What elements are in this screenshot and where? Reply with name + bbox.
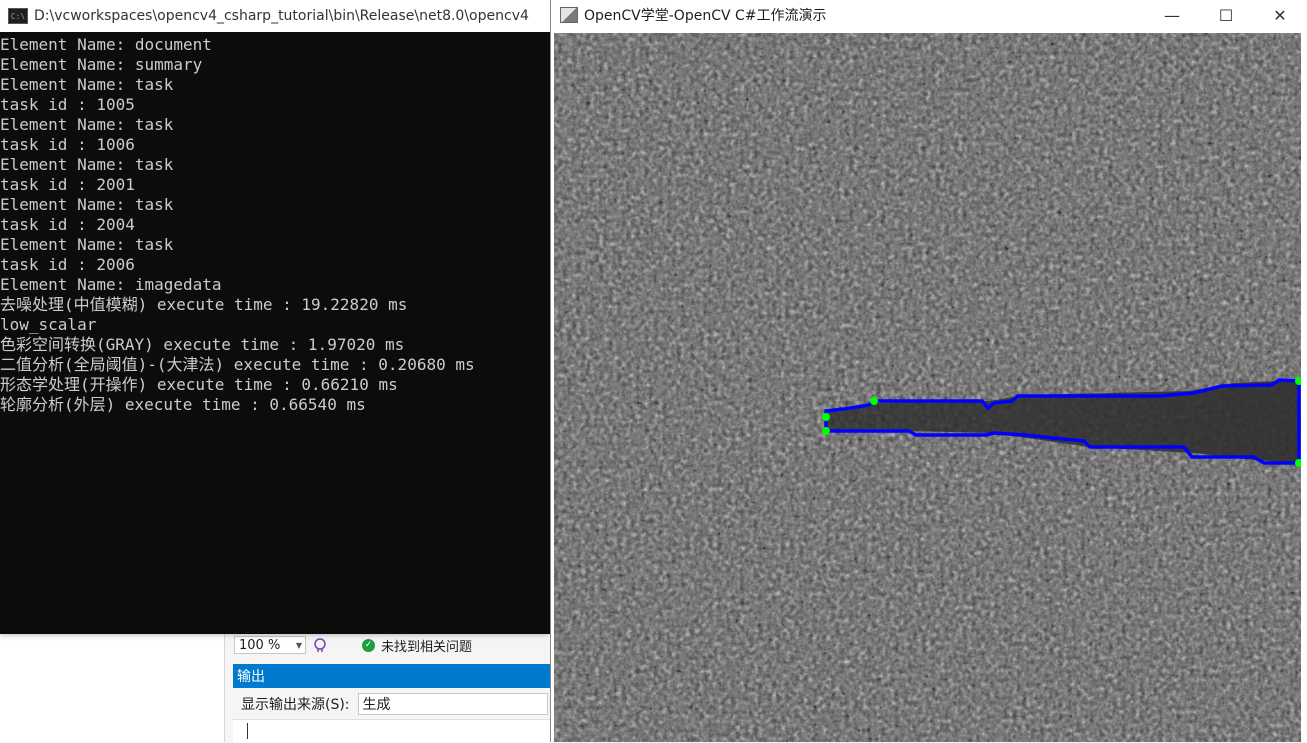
zoom-value: 100 %: [239, 637, 281, 653]
intellicode-icon[interactable]: [312, 637, 328, 653]
opencv-window[interactable]: OpenCV学堂-OpenCV C#工作流演示 — ☐ ✕: [550, 0, 1307, 742]
editor-status-bar: 100 % ▼ ✓ 未找到相关问题: [230, 634, 550, 656]
text-caret: [247, 723, 248, 739]
chevron-down-icon: ▼: [295, 640, 302, 650]
image-texture: [554, 33, 1301, 742]
console-line: 色彩空间转换(GRAY) execute time : 1.97020 ms: [0, 335, 405, 354]
zoom-select[interactable]: 100 % ▼: [234, 636, 306, 654]
console-line: Element Name: task: [0, 115, 174, 134]
window-controls: — ☐ ✕: [1145, 0, 1307, 30]
contour-corner-point: [870, 397, 878, 405]
opencv-image-canvas: [554, 33, 1301, 742]
console-line: Element Name: imagedata: [0, 275, 222, 294]
console-line: task id : 2001: [0, 175, 135, 194]
contour-corner-point: [822, 427, 830, 435]
output-source-select[interactable]: 生成: [357, 693, 548, 715]
issues-status[interactable]: 未找到相关问题: [381, 636, 472, 655]
console-line: Element Name: summary: [0, 55, 203, 74]
console-line: task id : 1006: [0, 135, 135, 154]
opencv-window-title: OpenCV学堂-OpenCV C#工作流演示: [584, 8, 827, 24]
console-line: Element Name: task: [0, 195, 174, 214]
console-line: task id : 2006: [0, 255, 135, 274]
console-output: Element Name: document Element Name: summ…: [0, 32, 550, 415]
output-source-value: 生成: [362, 697, 391, 713]
console-line: 形态学处理(开操作) execute time : 0.66210 ms: [0, 375, 398, 394]
close-button[interactable]: ✕: [1253, 0, 1307, 30]
opencv-title-bar[interactable]: OpenCV学堂-OpenCV C#工作流演示 — ☐ ✕: [551, 0, 1307, 30]
console-line: 二值分析(全局阈值)-(大津法) execute time : 0.20680 …: [0, 355, 475, 374]
console-line: task id : 2004: [0, 215, 135, 234]
output-text-area[interactable]: [233, 719, 553, 743]
console-app-icon: C:\: [8, 8, 28, 24]
console-line: task id : 1005: [0, 95, 135, 114]
console-line: low_scalar: [0, 315, 97, 334]
output-source-row: 显示输出来源(S): 生成: [233, 690, 553, 718]
opencv-window-icon: [560, 7, 578, 23]
console-line: Element Name: task: [0, 75, 174, 94]
console-title: D:\vcworkspaces\opencv4_csharp_tutorial\…: [34, 8, 529, 24]
console-line: 轮廓分析(外层) execute time : 0.66540 ms: [0, 395, 366, 414]
console-line: Element Name: document: [0, 35, 212, 54]
console-line: Element Name: task: [0, 235, 174, 254]
contour-corner-point: [822, 413, 830, 421]
check-icon: ✓: [362, 638, 375, 652]
console-line: Element Name: task: [0, 155, 174, 174]
solution-panel: [0, 634, 225, 742]
minimize-button[interactable]: —: [1145, 0, 1199, 30]
maximize-button[interactable]: ☐: [1199, 0, 1253, 30]
console-line: 去噪处理(中值模糊) execute time : 19.22820 ms: [0, 295, 408, 314]
contour-image: [554, 33, 1301, 742]
console-window[interactable]: C:\ D:\vcworkspaces\opencv4_csharp_tutor…: [0, 0, 550, 634]
console-title-bar[interactable]: C:\ D:\vcworkspaces\opencv4_csharp_tutor…: [0, 0, 550, 32]
output-source-label: 显示输出来源(S):: [241, 697, 350, 713]
output-panel-header: 输出: [233, 664, 553, 688]
